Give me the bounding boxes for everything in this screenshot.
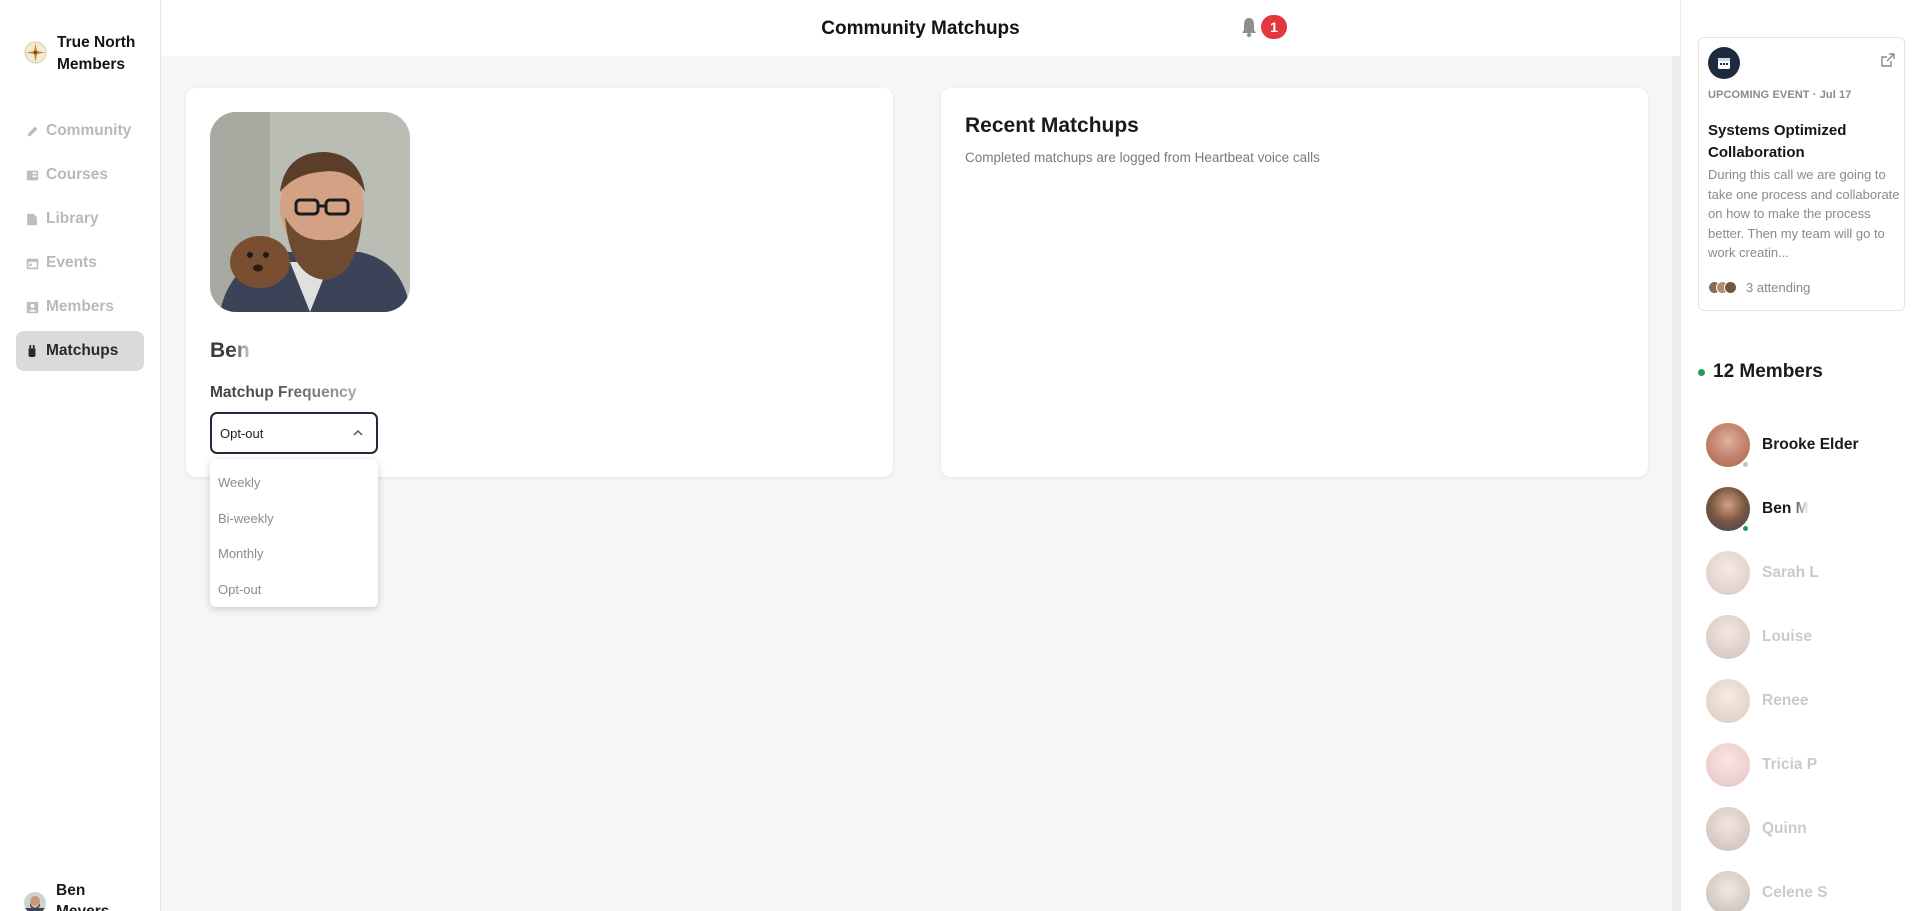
calendar-icon <box>25 256 39 270</box>
option-weekly[interactable]: Weekly <box>210 465 378 501</box>
avatar <box>1724 281 1737 294</box>
option-monthly[interactable]: Monthly <box>210 536 378 572</box>
pencil-icon <box>25 124 39 138</box>
recent-matchups-card: Recent Matchups Completed matchups are l… <box>941 88 1648 477</box>
avatar <box>1706 615 1750 659</box>
attendee-avatars <box>1708 281 1737 294</box>
online-dot <box>1698 368 1705 376</box>
list-item[interactable]: Brooke Elder <box>1706 413 1916 477</box>
option-bi-weekly[interactable]: Bi-weekly <box>210 501 378 537</box>
option-opt-out[interactable]: Opt-out <box>210 572 378 608</box>
book-icon <box>25 168 39 182</box>
compass-logo-icon <box>24 41 47 64</box>
sidebar-item-label: Library <box>46 210 99 227</box>
sidebar-item-events[interactable]: Events <box>16 243 144 283</box>
sidebar-item-library[interactable]: Library <box>16 199 144 239</box>
member-name: Tricia P <box>1762 756 1818 773</box>
frequency-label: Matchup Frequency <box>210 384 357 401</box>
list-item[interactable]: Ben M <box>1706 477 1916 541</box>
sidebar-item-matchups[interactable]: Matchups <box>16 331 144 371</box>
drink-icon <box>25 344 39 358</box>
brand-name: True North Members <box>57 34 136 73</box>
event-description: During this call we are going to take on… <box>1708 167 1900 260</box>
member-name: Brooke Elder <box>1762 436 1859 453</box>
sidebar-item-label: Matchups <box>46 342 119 359</box>
scrollbar[interactable] <box>1672 56 1680 911</box>
chevron-up-icon <box>353 429 363 436</box>
status-dot <box>1741 460 1750 469</box>
list-item[interactable]: Quinn <box>1706 797 1916 861</box>
list-item[interactable]: Celene S <box>1706 861 1916 911</box>
bell-icon[interactable] <box>1239 16 1259 38</box>
avatar <box>1706 423 1750 469</box>
profile-photo <box>210 112 410 312</box>
profile-card: Ben Matchup Frequency Opt-out <box>186 88 893 477</box>
right-panel: UPCOMING EVENT · Jul 17 Systems Optimize… <box>1680 0 1920 911</box>
member-name: Ben M <box>1762 500 1809 517</box>
frequency-dropdown: Weekly Bi-weekly Monthly Opt-out <box>210 459 378 607</box>
sidebar-item-label: Community <box>46 122 132 139</box>
event-tag: UPCOMING EVENT · Jul 17 <box>1708 89 1852 101</box>
list-item[interactable]: Tricia P <box>1706 733 1916 797</box>
top-bar: Community Matchups 1 <box>161 0 1680 56</box>
sidebar: True North Members Community Courses Lib… <box>0 0 161 911</box>
avatar <box>1706 487 1750 533</box>
list-item[interactable]: Louise <box>1706 605 1916 669</box>
list-item[interactable]: Renee <box>1706 669 1916 733</box>
profile-name: Ben <box>210 339 250 362</box>
member-name: Quinn <box>1762 820 1807 837</box>
sidebar-item-label: Members <box>46 298 115 315</box>
members-count: 12 Members <box>1713 361 1823 382</box>
recent-matchups-subtitle: Completed matchups are logged from Heart… <box>965 150 1320 165</box>
external-link-icon[interactable] <box>1881 53 1895 67</box>
member-name: Renee <box>1762 692 1809 709</box>
current-user[interactable]: Ben Meyers <box>24 880 126 911</box>
sidebar-item-label: Events <box>46 254 97 271</box>
upcoming-event-card[interactable]: UPCOMING EVENT · Jul 17 Systems Optimize… <box>1698 37 1905 311</box>
main-nav: Community Courses Library Events Members <box>16 111 144 375</box>
notification-badge[interactable]: 1 <box>1261 15 1287 39</box>
list-item[interactable]: Sarah L <box>1706 541 1916 605</box>
frequency-select-value: Opt-out <box>220 425 264 441</box>
members-heading: 12 Members <box>1698 361 1823 383</box>
user-icon <box>25 300 39 314</box>
sidebar-item-courses[interactable]: Courses <box>16 155 144 195</box>
sidebar-item-community[interactable]: Community <box>16 111 144 151</box>
avatar <box>1706 551 1750 595</box>
member-name: Celene S <box>1762 884 1828 901</box>
avatar <box>1706 871 1750 911</box>
frequency-select[interactable]: Opt-out <box>210 412 378 454</box>
avatar <box>1706 807 1750 851</box>
calendar-icon <box>1708 47 1740 79</box>
avatar <box>1706 679 1750 723</box>
avatar <box>24 892 46 911</box>
status-dot <box>1741 524 1750 533</box>
file-icon <box>25 212 39 226</box>
attending-count: 3 attending <box>1746 280 1811 295</box>
member-list: Brooke Elder Ben M Sarah L Louise Renee … <box>1706 413 1916 911</box>
member-name: Louise <box>1762 628 1812 645</box>
sidebar-item-members[interactable]: Members <box>16 287 144 327</box>
current-user-name: Ben Meyers <box>56 882 109 911</box>
recent-matchups-title: Recent Matchups <box>965 114 1139 137</box>
sidebar-item-label: Courses <box>46 166 109 183</box>
event-title[interactable]: Systems Optimized Collaboration <box>1708 120 1898 164</box>
avatar <box>1706 743 1750 787</box>
brand[interactable]: True North Members <box>24 32 157 76</box>
event-attendance: 3 attending <box>1708 280 1810 295</box>
page-title: Community Matchups <box>821 18 1020 39</box>
member-name: Sarah L <box>1762 564 1819 581</box>
